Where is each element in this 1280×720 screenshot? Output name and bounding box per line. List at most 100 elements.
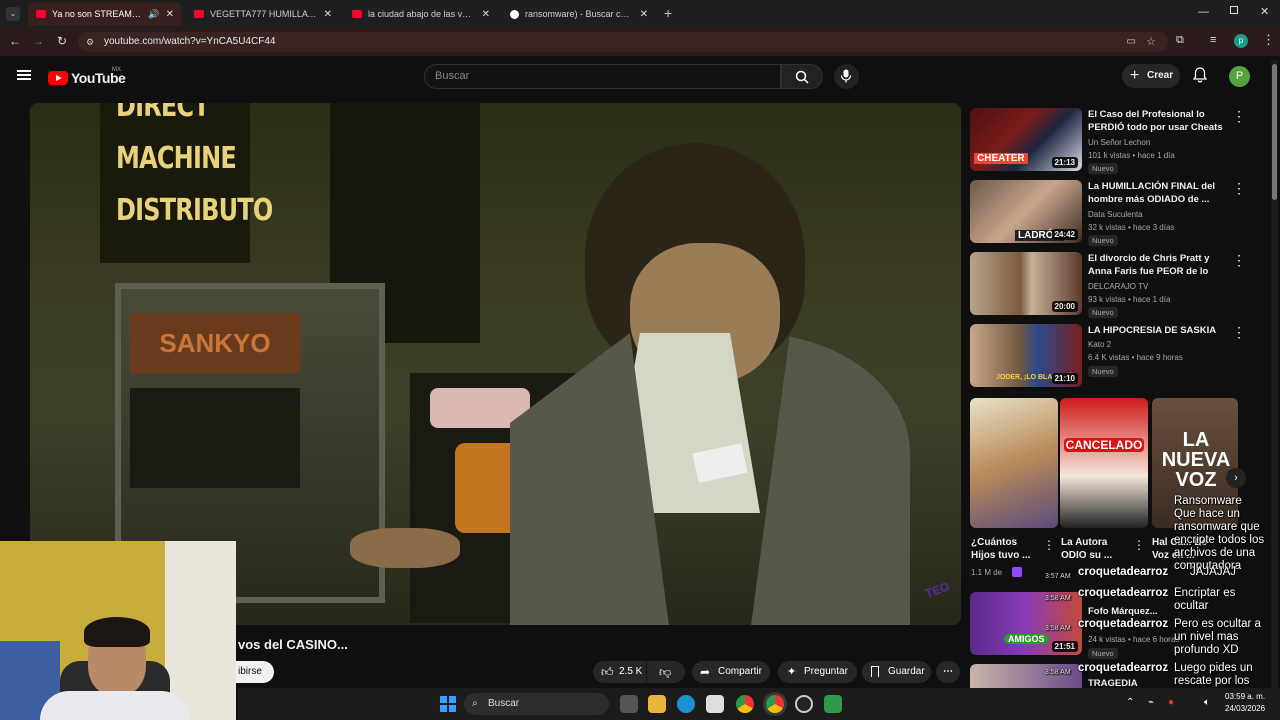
recommendation-item[interactable]: JODER, ¡LO BLAQUEÓ! 21:10 LA HIPOCRESIA … (970, 324, 1260, 388)
search-icon: ⌕ (472, 698, 478, 709)
voice-search-button[interactable] (834, 64, 859, 89)
back-icon[interactable]: ← (9, 34, 21, 48)
microphone-tray-icon[interactable]: ● (1168, 697, 1174, 708)
plus-icon: + (1130, 67, 1140, 84)
more-vert-icon[interactable]: ⋮ (1043, 538, 1055, 552)
browser-tab-bar: ⌄ Ya no son STREAMERS , Son 🔊 ✕ VEGETTA7… (0, 0, 1280, 28)
channel-name[interactable]: Kato 2 (1088, 340, 1111, 349)
video-title: vos del CASINO... (238, 637, 348, 652)
chat-timestamp: 3:58 AM (1045, 625, 1071, 632)
like-button[interactable]: 👍︎ 2.5 K (593, 661, 646, 683)
new-tab-icon[interactable]: + (664, 5, 672, 21)
close-tab-icon[interactable]: ✕ (482, 9, 490, 20)
video-title[interactable]: El Caso del Profesional lo PERDIÓ todo p… (1088, 108, 1226, 135)
chat-badge-icon (1012, 567, 1022, 577)
dislike-button[interactable]: 👎︎ (647, 661, 685, 683)
short-title[interactable]: La Autora ODIO su ... (1061, 536, 1121, 562)
recommendation-item[interactable]: 20:00 El divorcio de Chris Pratt y Anna … (970, 252, 1260, 318)
search-input[interactable]: Buscar (424, 64, 781, 89)
short-meta: 1.1 M de (971, 568, 1003, 577)
scrollbar-thumb[interactable] (1272, 64, 1277, 200)
channel-name[interactable]: DELCARAJO TV (1088, 282, 1148, 291)
site-info-icon[interactable]: ⚙ (86, 32, 94, 52)
more-vert-icon[interactable]: ⋮ (1232, 324, 1246, 341)
tab-google-search[interactable]: ransomware) - Buscar con Goo ✕ (502, 2, 656, 26)
store-icon[interactable] (706, 695, 724, 713)
video-title[interactable]: LA HIPOCRESIA DE SASKIA (1088, 324, 1226, 337)
chrome-profile-icon[interactable] (766, 695, 784, 713)
search-icon (795, 70, 809, 84)
avatar[interactable]: P (1229, 66, 1250, 87)
audio-icon[interactable]: 🔊 (148, 9, 159, 20)
create-button[interactable]: + Crear (1122, 64, 1180, 88)
slot-machine-reels (130, 388, 300, 488)
install-app-icon[interactable]: ▭ (1127, 32, 1136, 52)
chrome-icon[interactable] (736, 695, 754, 713)
taskbar-search-input[interactable]: ⌕ Buscar (464, 693, 609, 715)
more-vert-icon[interactable]: ⋮ (1232, 108, 1246, 125)
subscribe-button[interactable]: ibirse (236, 661, 274, 683)
notifications-bell-icon[interactable] (1192, 67, 1208, 83)
tab-vegetta[interactable]: VEGETTA777 HUMILLA A DALA ✕ (186, 2, 340, 26)
game-app-icon[interactable] (824, 695, 842, 713)
network-icon[interactable]: ⌁ (1148, 697, 1154, 708)
search-button[interactable] (781, 64, 823, 89)
tab-search-icon[interactable]: ⌄ (6, 7, 20, 21)
chat-username: croquetadearroz (1078, 566, 1169, 578)
menu-kebab-icon[interactable]: ⋮ (1262, 32, 1275, 48)
video-thumbnail[interactable]: LADRÓN 24:42 (970, 180, 1082, 243)
edge-browser-icon[interactable] (677, 695, 695, 713)
video-thumbnail[interactable]: JODER, ¡LO BLAQUEÓ! 21:10 (970, 324, 1082, 387)
recommendation-item[interactable]: LADRÓN 24:42 La HUMILLACIÓN FINAL del ho… (970, 180, 1260, 246)
short-thumbnail[interactable] (970, 398, 1058, 528)
obs-icon[interactable] (795, 695, 813, 713)
extensions-icon[interactable]: ⧉ (1176, 34, 1184, 47)
minimize-icon[interactable]: — (1198, 6, 1209, 18)
share-button[interactable]: ➦ Compartir (692, 661, 770, 683)
close-tab-icon[interactable]: ✕ (640, 9, 648, 20)
reading-list-icon[interactable]: ≡ (1210, 34, 1216, 46)
file-explorer-icon[interactable] (648, 695, 666, 713)
sign-text: DIRECT MACHINE DISTRIBUTO (116, 103, 273, 228)
restore-icon[interactable] (1230, 6, 1238, 14)
channel-watermark: TEO (923, 579, 952, 601)
profile-icon[interactable]: p (1234, 34, 1248, 48)
system-tray-chevron-icon[interactable]: ⌃ (1126, 697, 1134, 708)
video-title[interactable]: La HUMILLACIÓN FINAL del hombre más ODIA… (1088, 180, 1226, 206)
close-tab-icon[interactable]: ✕ (166, 9, 174, 20)
task-view-icon[interactable] (620, 695, 638, 713)
tab-streamers[interactable]: Ya no son STREAMERS , Son 🔊 ✕ (28, 2, 182, 26)
bookmark-star-icon[interactable]: ☆ (1146, 32, 1156, 52)
more-vert-icon[interactable]: ⋮ (1232, 180, 1246, 197)
chat-username: croquetadearroz (1078, 587, 1169, 599)
channel-name[interactable]: Data Suculenta (1088, 210, 1143, 219)
short-thumbnail[interactable]: CANCELADO (1060, 398, 1148, 528)
more-vert-icon[interactable]: ⋮ (1133, 538, 1145, 552)
close-window-icon[interactable]: ✕ (1260, 5, 1269, 18)
more-vert-icon[interactable]: ⋮ (1232, 252, 1246, 269)
recommendation-item[interactable]: CHEATER 21:13 El Caso del Profesional lo… (970, 108, 1260, 174)
forward-icon[interactable]: → (32, 34, 44, 48)
taskbar-clock[interactable]: 03:59 a. m. 24/03/2026 (1225, 691, 1265, 715)
more-actions-button[interactable]: ⋯ (936, 661, 960, 683)
tab-las-vegas[interactable]: la ciudad abajo de las vegas - Y ✕ (344, 2, 498, 26)
chat-message: Pero es ocultar a un nivel mas profundo … (1174, 618, 1261, 656)
close-tab-icon[interactable]: ✕ (324, 9, 332, 20)
address-bar[interactable]: ⚙ youtube.com/watch?v=YnCA5U4CF44 ▭ ☆ (78, 32, 1168, 52)
page-scrollbar[interactable] (1271, 60, 1278, 688)
video-thumbnail[interactable]: 20:00 (970, 252, 1082, 315)
windows-start-icon[interactable] (440, 696, 456, 712)
microphone-icon (840, 69, 852, 83)
channel-name[interactable]: Un Señor Lechon (1088, 138, 1150, 147)
new-badge: Nuevo (1088, 163, 1118, 174)
volume-icon[interactable]: 🔈︎ (1204, 697, 1210, 708)
save-button[interactable]: Guardar (862, 661, 931, 683)
reload-icon[interactable]: ↻ (57, 34, 67, 48)
hamburger-menu-icon[interactable] (17, 70, 31, 80)
shorts-next-button[interactable]: › (1226, 468, 1246, 488)
ask-button[interactable]: ✦ Preguntar (778, 661, 857, 683)
video-title[interactable]: El divorcio de Chris Pratt y Anna Faris … (1088, 252, 1226, 279)
video-thumbnail[interactable]: CHEATER 21:13 (970, 108, 1082, 171)
short-title[interactable]: ¿Cuántos Hijos tuvo ... (971, 536, 1031, 562)
video-meta: 32 k vistas • hace 3 días (1088, 223, 1175, 232)
